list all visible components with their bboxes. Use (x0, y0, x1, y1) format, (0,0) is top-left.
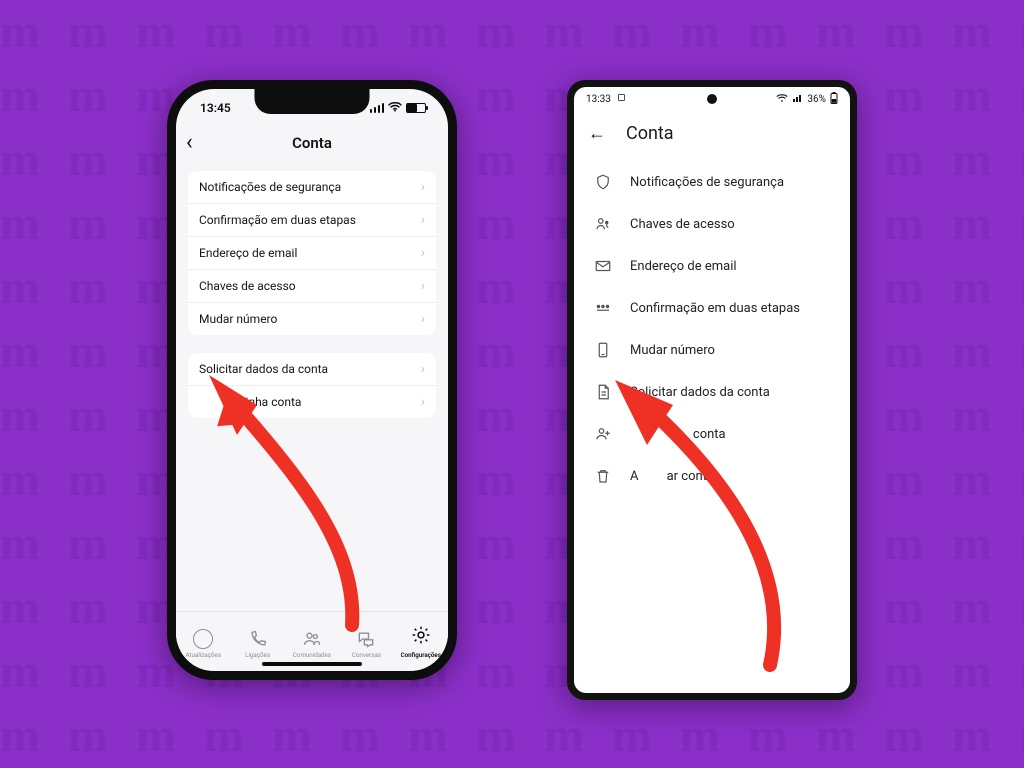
row-label: Notificações de segurança (630, 175, 784, 190)
row-label: Mudar número (630, 343, 715, 358)
chevron-right-icon: › (421, 311, 425, 327)
tab-updates[interactable]: Atualizações (177, 629, 229, 659)
tab-label: Atualizações (185, 651, 220, 659)
battery-label: 36% (807, 94, 826, 105)
android-content: Notificações de segurança Chaves de aces… (574, 155, 850, 693)
shield-icon (594, 173, 612, 191)
tab-label: Comunidades (293, 651, 331, 659)
chevron-right-icon: › (421, 179, 425, 195)
status-circle-icon (193, 629, 213, 649)
back-button[interactable]: ← (588, 123, 606, 144)
iphone-frame: 13:45 ‹ Conta Notificações de segurança (167, 80, 457, 680)
person-plus-icon (594, 425, 612, 443)
battery-icon (406, 103, 426, 113)
cellular-signal-icon (370, 103, 385, 113)
row-label: Chaves de acesso (630, 217, 735, 232)
row-label: Confirmação em duas etapas (630, 301, 800, 316)
chevron-right-icon: › (421, 278, 425, 294)
row-email[interactable]: Endereço de email (574, 245, 850, 287)
row-two-step[interactable]: Confirmação em duas etapas › (188, 203, 436, 236)
phone-icon (248, 629, 268, 649)
tab-label: Conversas (352, 651, 381, 659)
row-label: A pag ar conta (630, 469, 714, 484)
tab-calls[interactable]: Ligações (232, 629, 284, 659)
battery-icon (830, 92, 838, 107)
row-label: Endereço de email (630, 259, 737, 274)
android-screen: 13:33 36% (574, 87, 850, 693)
row-label: Notificações de segurança (199, 180, 341, 194)
gear-icon (411, 625, 431, 649)
row-label: Endereço de email (199, 246, 297, 260)
chevron-right-icon: › (421, 361, 425, 377)
row-change-number[interactable]: Mudar número › (188, 302, 436, 335)
tab-communities[interactable]: Comunidades (286, 629, 338, 659)
home-indicator[interactable] (262, 662, 362, 666)
ios-nav-bar: ‹ Conta (176, 127, 448, 159)
key-person-icon (594, 215, 612, 233)
chevron-right-icon: › (421, 245, 425, 261)
page-title: Conta (626, 123, 674, 144)
trash-icon (594, 467, 612, 485)
people-icon (302, 629, 322, 649)
row-label: A inha conta (199, 395, 301, 409)
row-label: Solicitar dados da conta (630, 385, 770, 400)
iphone-notch (255, 89, 370, 114)
settings-group-2: Solicitar dados da conta › A inha conta … (188, 353, 436, 418)
chevron-right-icon: › (421, 394, 425, 410)
row-label: Adicion conta (630, 427, 726, 442)
row-delete-account[interactable]: A inha conta › (188, 385, 436, 418)
row-delete-account[interactable]: A pag ar conta (574, 455, 850, 497)
row-request-data[interactable]: Solicitar dados da conta › (188, 353, 436, 385)
tab-label: Ligações (245, 651, 270, 659)
tab-settings[interactable]: Configurações (395, 625, 447, 659)
ios-status-time: 13:45 (200, 101, 231, 115)
page-title: Conta (176, 134, 448, 152)
mail-icon (594, 257, 612, 275)
wifi-icon (388, 101, 402, 115)
sim-phone-icon (594, 341, 612, 359)
row-request-data[interactable]: Solicitar dados da conta (574, 371, 850, 413)
row-security-notifications[interactable]: Notificações de segurança › (188, 171, 436, 203)
ios-content: Notificações de segurança › Confirmação … (176, 159, 448, 611)
row-security-notifications[interactable]: Notificações de segurança (574, 161, 850, 203)
tab-chats[interactable]: Conversas (340, 629, 392, 659)
camera-punch-hole (707, 94, 717, 104)
cellular-signal-icon (792, 93, 803, 106)
comparison-stage: 13:45 ‹ Conta Notificações de segurança (0, 0, 1024, 768)
iphone-screen: 13:45 ‹ Conta Notificações de segurança (176, 89, 448, 671)
row-label: Confirmação em duas etapas (199, 213, 356, 227)
android-status-time: 13:33 (586, 94, 611, 105)
wifi-icon (776, 93, 788, 106)
row-passkeys[interactable]: Chaves de acesso (574, 203, 850, 245)
back-button[interactable]: ‹ (186, 132, 193, 154)
password-dots-icon (594, 299, 612, 317)
row-label: Mudar número (199, 312, 277, 326)
notification-icon (617, 94, 626, 105)
document-icon (594, 383, 612, 401)
row-add-account[interactable]: Adicion conta (574, 413, 850, 455)
chevron-right-icon: › (421, 212, 425, 228)
settings-group-1: Notificações de segurança › Confirmação … (188, 171, 436, 335)
row-two-step[interactable]: Confirmação em duas etapas (574, 287, 850, 329)
row-label: Solicitar dados da conta (199, 362, 328, 376)
android-frame: 13:33 36% (567, 80, 857, 700)
row-label: Chaves de acesso (199, 279, 296, 293)
row-email[interactable]: Endereço de email › (188, 236, 436, 269)
row-change-number[interactable]: Mudar número (574, 329, 850, 371)
row-passkeys[interactable]: Chaves de acesso › (188, 269, 436, 302)
android-app-bar: ← Conta (574, 111, 850, 155)
tab-label: Configurações (401, 651, 441, 659)
chat-bubbles-icon (356, 629, 376, 649)
